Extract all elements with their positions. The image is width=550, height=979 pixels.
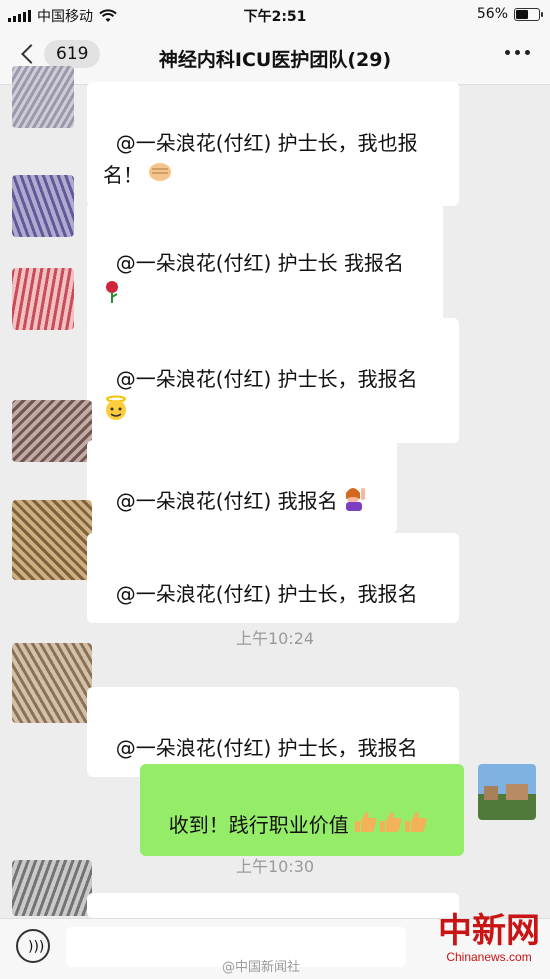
message-text: @一朵浪花(付红) 我报名 bbox=[115, 489, 338, 513]
chevron-left-icon bbox=[21, 44, 41, 64]
unread-count-badge: 619 bbox=[44, 40, 101, 68]
chinanews-watermark: 中新网 Chinanews.com bbox=[438, 912, 540, 964]
avatar[interactable] bbox=[12, 66, 74, 128]
message-bubble[interactable]: @一朵浪花(付红) 我报名 bbox=[87, 440, 397, 533]
voice-input-button[interactable]: ))) bbox=[16, 929, 50, 963]
message-text: @一朵浪花(付红) 护士长 我报名 bbox=[115, 251, 405, 275]
more-options-button[interactable] bbox=[505, 50, 530, 55]
message-bubble[interactable]: @一朵浪花(付红) 护士长，我也报 名！ bbox=[87, 82, 459, 206]
message-text: @一朵浪花(付红) 护士长，我报名 bbox=[115, 736, 418, 760]
avatar[interactable] bbox=[12, 400, 92, 462]
battery-percent: 56% bbox=[476, 6, 508, 22]
thumbs-up-emoji-icon bbox=[353, 810, 429, 843]
status-bar: 中国移动 下午2:51 56% bbox=[0, 0, 550, 30]
sent-message-text: 收到！践行职业价值 bbox=[168, 813, 349, 837]
weibo-watermark: @中国新闻社 bbox=[222, 960, 301, 975]
message-bubble[interactable]: @一朵浪花(付红) 护士长，我报名 bbox=[87, 318, 459, 443]
fist-emoji-icon bbox=[147, 160, 173, 193]
avatar[interactable] bbox=[12, 500, 92, 580]
self-avatar[interactable] bbox=[478, 764, 536, 820]
voice-icon: ))) bbox=[28, 939, 45, 955]
nav-bar: 619 神经内科ICU医护团队(29) bbox=[0, 30, 550, 85]
message-text: @一朵浪花(付红) 护士长，我报名 bbox=[115, 367, 418, 391]
battery-icon bbox=[514, 7, 543, 21]
avatar[interactable] bbox=[12, 643, 92, 723]
sent-message-bubble[interactable]: 收到！践行职业价值 bbox=[140, 764, 464, 856]
raising-hand-emoji-icon bbox=[342, 485, 368, 520]
watermark-site: Chinanews.com bbox=[446, 950, 532, 964]
message-bubble[interactable]: @一朵浪花(付红) 护士长，我报名 bbox=[87, 533, 459, 623]
message-bubble[interactable]: @一朵浪花(付红) 护士长 我报名 bbox=[87, 202, 443, 326]
back-button[interactable]: 619 bbox=[18, 40, 101, 68]
message-bubble[interactable] bbox=[87, 893, 459, 918]
watermark-logo: 中新网 bbox=[438, 911, 540, 951]
rose-emoji-icon bbox=[103, 280, 121, 313]
avatar[interactable] bbox=[12, 175, 74, 237]
message-text: @一朵浪花(付红) 护士长，我报名 bbox=[115, 582, 418, 606]
avatar[interactable] bbox=[12, 860, 92, 916]
status-right: 56% bbox=[476, 6, 543, 22]
avatar[interactable] bbox=[12, 268, 74, 330]
status-time: 下午2:51 bbox=[243, 9, 307, 25]
angel-face-emoji-icon bbox=[103, 395, 129, 430]
